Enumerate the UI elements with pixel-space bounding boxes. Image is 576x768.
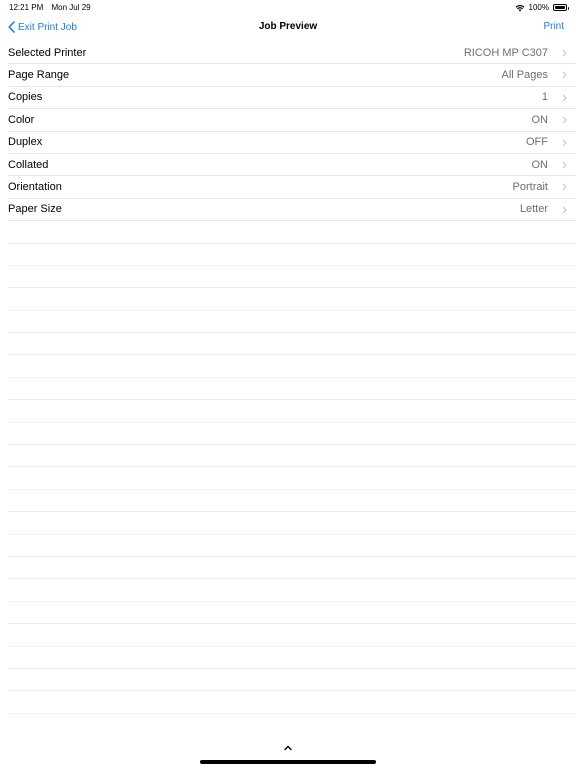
empty-row xyxy=(8,602,576,625)
row-collated[interactable]: Collated ON xyxy=(8,154,576,177)
row-label: Paper Size xyxy=(8,203,62,216)
status-date: Mon Jul 29 xyxy=(51,3,91,12)
row-label: Orientation xyxy=(8,181,62,194)
chevron-right-icon xyxy=(562,206,567,214)
row-paper-size[interactable]: Paper Size Letter xyxy=(8,199,576,222)
empty-row xyxy=(8,669,576,692)
status-bar: 12:21 PM Mon Jul 29 100% xyxy=(0,0,576,14)
page-title: Job Preview xyxy=(258,21,318,32)
row-value: OFF xyxy=(526,136,548,149)
chevron-right-icon xyxy=(562,161,567,169)
row-label: Duplex xyxy=(8,136,43,149)
empty-row xyxy=(8,288,576,311)
status-left: 12:21 PM Mon Jul 29 xyxy=(9,3,97,12)
empty-row xyxy=(8,400,576,423)
empty-row xyxy=(8,490,576,513)
empty-row xyxy=(8,333,576,356)
settings-list: Selected Printer RICOH MP C307 Page Rang… xyxy=(8,42,576,714)
row-value: ON xyxy=(531,158,549,171)
row-value: Letter xyxy=(519,203,548,216)
empty-row xyxy=(8,355,576,378)
empty-row xyxy=(8,557,576,580)
chevron-up-icon[interactable] xyxy=(283,744,293,751)
empty-row xyxy=(8,624,576,647)
empty-row xyxy=(8,512,576,535)
status-right: 100% xyxy=(515,3,569,12)
row-orientation[interactable]: Orientation Portrait xyxy=(8,176,576,199)
chevron-right-icon xyxy=(562,183,567,191)
exit-print-job-button[interactable]: Exit Print Job xyxy=(8,21,77,33)
home-indicator[interactable] xyxy=(200,760,376,764)
status-time: 12:21 PM xyxy=(9,3,44,12)
row-page-range[interactable]: Page Range All Pages xyxy=(8,64,576,87)
exit-print-job-label: Exit Print Job xyxy=(18,21,77,33)
empty-row xyxy=(8,535,576,557)
row-label: Selected Printer xyxy=(8,46,87,59)
print-button[interactable]: Print xyxy=(543,21,564,32)
row-label: Copies xyxy=(8,91,43,104)
wifi-icon xyxy=(515,4,524,11)
row-copies[interactable]: Copies 1 xyxy=(8,87,576,110)
row-value: ON xyxy=(531,113,549,126)
chevron-right-icon xyxy=(562,116,567,124)
empty-row xyxy=(8,423,576,446)
row-value: RICOH MP C307 xyxy=(463,46,548,59)
chevron-left-icon xyxy=(8,21,15,33)
empty-row xyxy=(8,221,576,244)
empty-row xyxy=(8,467,576,490)
empty-row xyxy=(8,445,576,468)
battery-percent: 100% xyxy=(528,3,549,12)
row-value: Portrait xyxy=(512,181,548,194)
row-label: Collated xyxy=(8,158,49,171)
row-duplex[interactable]: Duplex OFF xyxy=(8,132,576,154)
row-value: All Pages xyxy=(501,69,548,82)
chevron-right-icon xyxy=(562,49,567,57)
row-selected-printer[interactable]: Selected Printer RICOH MP C307 xyxy=(8,42,576,65)
chevron-right-icon xyxy=(562,139,567,146)
row-label: Page Range xyxy=(8,69,70,82)
row-label: Color xyxy=(8,113,35,126)
navigation-bar: Exit Print Job Job Preview Print xyxy=(0,14,576,42)
chevron-right-icon xyxy=(562,72,567,79)
empty-row xyxy=(8,244,576,266)
row-value: 1 xyxy=(541,91,548,104)
empty-row xyxy=(8,647,576,669)
empty-row xyxy=(8,691,576,714)
row-color[interactable]: Color ON xyxy=(8,109,576,132)
battery-icon xyxy=(553,4,569,11)
empty-row xyxy=(8,378,576,401)
empty-row xyxy=(8,579,576,602)
empty-row xyxy=(8,311,576,334)
chevron-right-icon xyxy=(562,94,567,102)
empty-row xyxy=(8,266,576,289)
